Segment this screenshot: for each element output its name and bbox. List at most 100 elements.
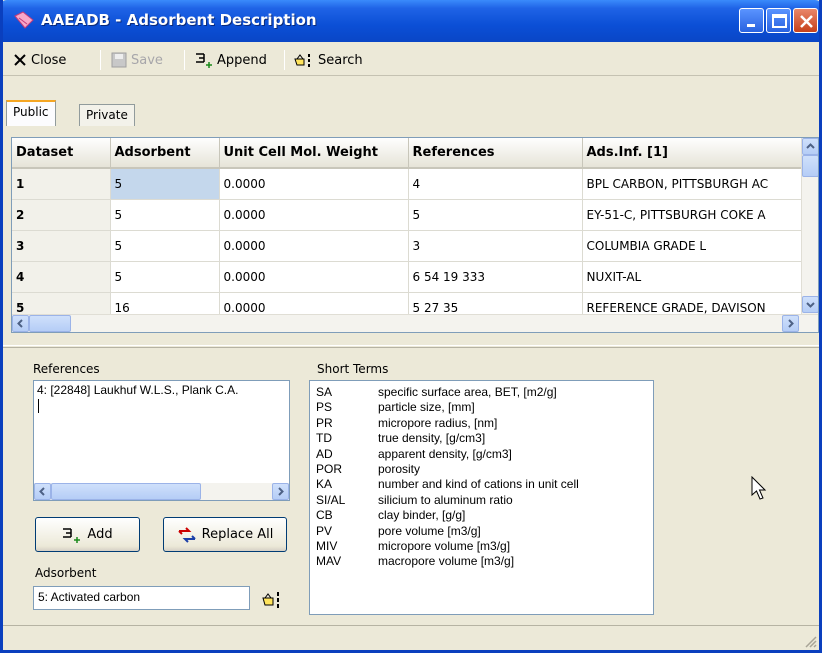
grid-vertical-scrollbar[interactable] (801, 138, 818, 314)
scroll-left-button[interactable] (34, 483, 51, 500)
cell-ads-inf[interactable]: BPL CARBON, PITTSBURGH AC (582, 168, 802, 200)
cell-dataset[interactable]: 2 (12, 199, 111, 231)
cell-references[interactable]: 3 (408, 230, 583, 262)
scroll-right-button[interactable] (782, 315, 799, 332)
app-window: AAEADB - Adsorbent Description Close Sav… (0, 0, 822, 653)
cell-dataset[interactable]: 4 (12, 261, 111, 293)
cell-unit-cell-mol-weight[interactable]: 0.0000 (219, 199, 409, 231)
toolbar: Close Save Append Search (3, 42, 819, 76)
vertical-scroll-thumb[interactable] (802, 155, 818, 177)
cell-adsorbent[interactable]: 5 (110, 168, 220, 200)
term-abbr: KA (316, 477, 333, 492)
term-desc: silicium to aluminum ratio (378, 492, 513, 507)
append-rows-icon (63, 527, 81, 543)
grid-horizontal-scrollbar[interactable] (12, 314, 818, 332)
cell-adsorbent[interactable]: 5 (110, 230, 220, 262)
scroll-right-button[interactable] (272, 483, 289, 500)
term-abbr: MAV (316, 554, 342, 569)
toolbar-divider (284, 50, 285, 70)
tab-public[interactable]: Public (6, 100, 56, 126)
list-item: MIV micropore volume [m3/g] (316, 539, 653, 554)
append-button[interactable]: Append (195, 50, 267, 70)
term-desc: porosity (378, 461, 421, 476)
chevron-down-icon (806, 302, 815, 308)
list-item: MAV macropore volume [m3/g] (316, 554, 653, 569)
cell-references[interactable]: 5 (408, 199, 583, 231)
cell-unit-cell-mol-weight[interactable]: 0.0000 (219, 230, 409, 262)
table-row[interactable]: 1 5 0.0000 4 BPL CARBON, PITTSBURGH AC (12, 168, 802, 200)
cell-ads-inf[interactable]: EY-51-C, PITTSBURGH COKE A (582, 199, 802, 231)
chevron-left-icon (17, 319, 23, 328)
replace-arrows-icon (177, 526, 196, 543)
minimize-button[interactable] (739, 8, 764, 33)
term-abbr: AD (316, 446, 333, 461)
close-window-button[interactable] (793, 8, 818, 33)
term-abbr: SI/AL (316, 492, 346, 507)
scroll-down-button[interactable] (802, 296, 818, 313)
term-desc: true density, [g/cm3] (378, 431, 486, 446)
adsorbent-search-button[interactable] (259, 588, 287, 612)
horizontal-scroll-thumb[interactable] (29, 315, 71, 332)
save-button[interactable]: Save (111, 50, 163, 70)
table-row[interactable]: 3 5 0.0000 3 COLUMBIA GRADE L (12, 230, 802, 262)
column-header-adsorbent[interactable]: Adsorbent (110, 138, 220, 169)
maximize-icon (772, 14, 787, 28)
toolbar-divider (100, 50, 101, 70)
maximize-button[interactable] (766, 8, 791, 33)
column-header-dataset[interactable]: Dataset (12, 138, 111, 169)
adsorbent-label: Adsorbent (35, 566, 97, 580)
references-horizontal-scrollbar[interactable] (34, 483, 289, 500)
short-terms-label: Short Terms (317, 362, 389, 376)
term-abbr: TD (316, 431, 332, 446)
search-pointing-hand-icon (262, 592, 279, 608)
chevron-right-icon (788, 319, 794, 328)
cell-ads-inf[interactable]: NUXIT-AL (582, 261, 802, 293)
cell-adsorbent[interactable]: 5 (110, 261, 220, 293)
cell-references[interactable]: 4 (408, 168, 583, 200)
references-textbox[interactable]: 4: [22848] Laukhuf W.L.S., Plank C.A. (33, 380, 290, 501)
minimize-icon (747, 24, 755, 27)
term-desc: micropore radius, [nm] (378, 415, 498, 430)
term-desc: specific surface area, BET, [m2/g] (378, 385, 557, 399)
cell-dataset[interactable]: 3 (12, 230, 111, 262)
toolbar-divider (184, 50, 185, 70)
append-label: Append (217, 52, 267, 68)
scroll-left-button[interactable] (12, 315, 29, 332)
cell-dataset[interactable]: 1 (12, 168, 111, 200)
search-pointing-hand-icon (294, 54, 310, 67)
add-button[interactable]: Add (35, 517, 140, 552)
close-icon (800, 15, 813, 28)
references-label: References (33, 362, 100, 376)
horizontal-scroll-thumb[interactable] (51, 483, 201, 500)
term-abbr: CB (316, 508, 333, 523)
title-bar[interactable]: AAEADB - Adsorbent Description (3, 0, 819, 42)
list-item: PV pore volume [m3/g] (316, 524, 653, 539)
resize-grip-icon[interactable] (803, 634, 817, 648)
cell-unit-cell-mol-weight[interactable]: 0.0000 (219, 168, 409, 200)
close-button[interactable]: Close (13, 50, 66, 70)
short-terms-list[interactable]: SA specific surface area, BET, [m2/g] PS p… (309, 380, 654, 615)
cell-references[interactable]: 6 54 19 333 (408, 261, 583, 293)
table-row[interactable]: 4 5 0.0000 6 54 19 333 NUXIT-AL (12, 261, 802, 293)
replace-all-button[interactable]: Replace All (163, 517, 287, 552)
mouse-pointer-icon (751, 476, 767, 500)
panel-splitter[interactable] (3, 345, 819, 348)
column-header-references[interactable]: References (408, 138, 583, 169)
column-header-unit-cell-mol-weight[interactable]: Unit Cell Mol. Weight (219, 138, 409, 169)
text-caret (38, 399, 39, 413)
search-button[interactable]: Search (294, 50, 363, 70)
list-item: KA number and kind of cations in unit cel… (316, 477, 653, 492)
status-bar (3, 625, 819, 650)
list-item: PR micropore radius, [nm] (316, 416, 653, 431)
column-header-ads-inf[interactable]: Ads.Inf. [1] (582, 138, 802, 169)
scroll-up-button[interactable] (802, 138, 818, 155)
table-row[interactable]: 2 5 0.0000 5 EY-51-C, PITTSBURGH COKE A (12, 199, 802, 231)
cell-ads-inf[interactable]: COLUMBIA GRADE L (582, 230, 802, 262)
term-abbr: MIV (316, 538, 338, 553)
tab-private[interactable]: Private (79, 104, 135, 126)
data-grid[interactable]: Dataset Adsorbent Unit Cell Mol. Weight … (11, 137, 819, 333)
grid-table: Dataset Adsorbent Unit Cell Mol. Weight … (12, 138, 802, 324)
adsorbent-field[interactable]: 5: Activated carbon (33, 586, 250, 610)
cell-unit-cell-mol-weight[interactable]: 0.0000 (219, 261, 409, 293)
cell-adsorbent[interactable]: 5 (110, 199, 220, 231)
